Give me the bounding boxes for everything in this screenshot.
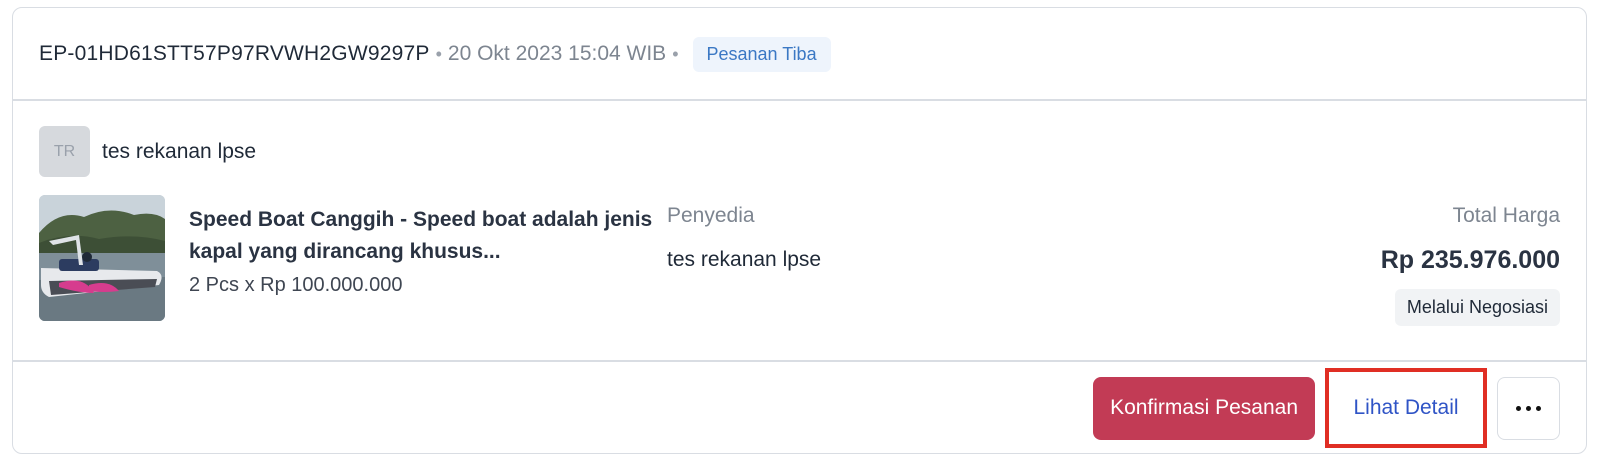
- provider-label: Penyedia: [667, 204, 755, 227]
- more-options-button[interactable]: [1497, 376, 1560, 440]
- product-info: Speed Boat Canggih - Speed boat adalah j…: [189, 204, 659, 297]
- total-price-label: Total Harga: [1452, 204, 1560, 227]
- product-image: [39, 195, 165, 321]
- header-divider: [13, 99, 1586, 101]
- price-block: Total Harga Rp 235.976.000 Melalui Negos…: [1381, 204, 1560, 326]
- view-detail-button[interactable]: Lihat Detail: [1353, 396, 1458, 420]
- product-quantity: 2 Pcs x Rp 100.000.000: [189, 274, 403, 296]
- order-header: EP-01HD61STT57P97RVWH2GW9297P • 20 Okt 2…: [13, 8, 1586, 100]
- negotiation-badge: Melalui Negosiasi: [1394, 289, 1560, 326]
- seller-row: TR tes rekanan lpse: [39, 126, 256, 177]
- detail-highlight-box: Lihat Detail: [1325, 368, 1487, 448]
- status-badge: Pesanan Tiba: [692, 36, 831, 72]
- product-name[interactable]: Speed Boat Canggih - Speed boat adalah j…: [189, 204, 659, 268]
- speed-boat-photo-icon: [39, 195, 165, 321]
- confirm-order-button[interactable]: Konfirmasi Pesanan: [1093, 376, 1315, 440]
- order-card: EP-01HD61STT57P97RVWH2GW9297P • 20 Okt 2…: [12, 7, 1587, 454]
- total-price-value: Rp 235.976.000: [1380, 246, 1560, 274]
- order-id: EP-01HD61STT57P97RVWH2GW9297P: [39, 42, 430, 65]
- provider-block: Penyedia tes rekanan lpse: [667, 204, 821, 272]
- separator-dot: •: [672, 43, 679, 64]
- order-date: 20 Okt 2023 15:04 WIB: [447, 42, 667, 65]
- more-horizontal-icon: [1516, 405, 1541, 411]
- avatar: TR: [39, 126, 90, 177]
- footer-actions: Konfirmasi Pesanan Lihat Detail: [1093, 368, 1560, 448]
- seller-name: tes rekanan lpse: [102, 139, 257, 163]
- separator-dot: •: [435, 43, 442, 64]
- provider-name: tes rekanan lpse: [667, 248, 822, 271]
- footer-divider: [13, 360, 1586, 362]
